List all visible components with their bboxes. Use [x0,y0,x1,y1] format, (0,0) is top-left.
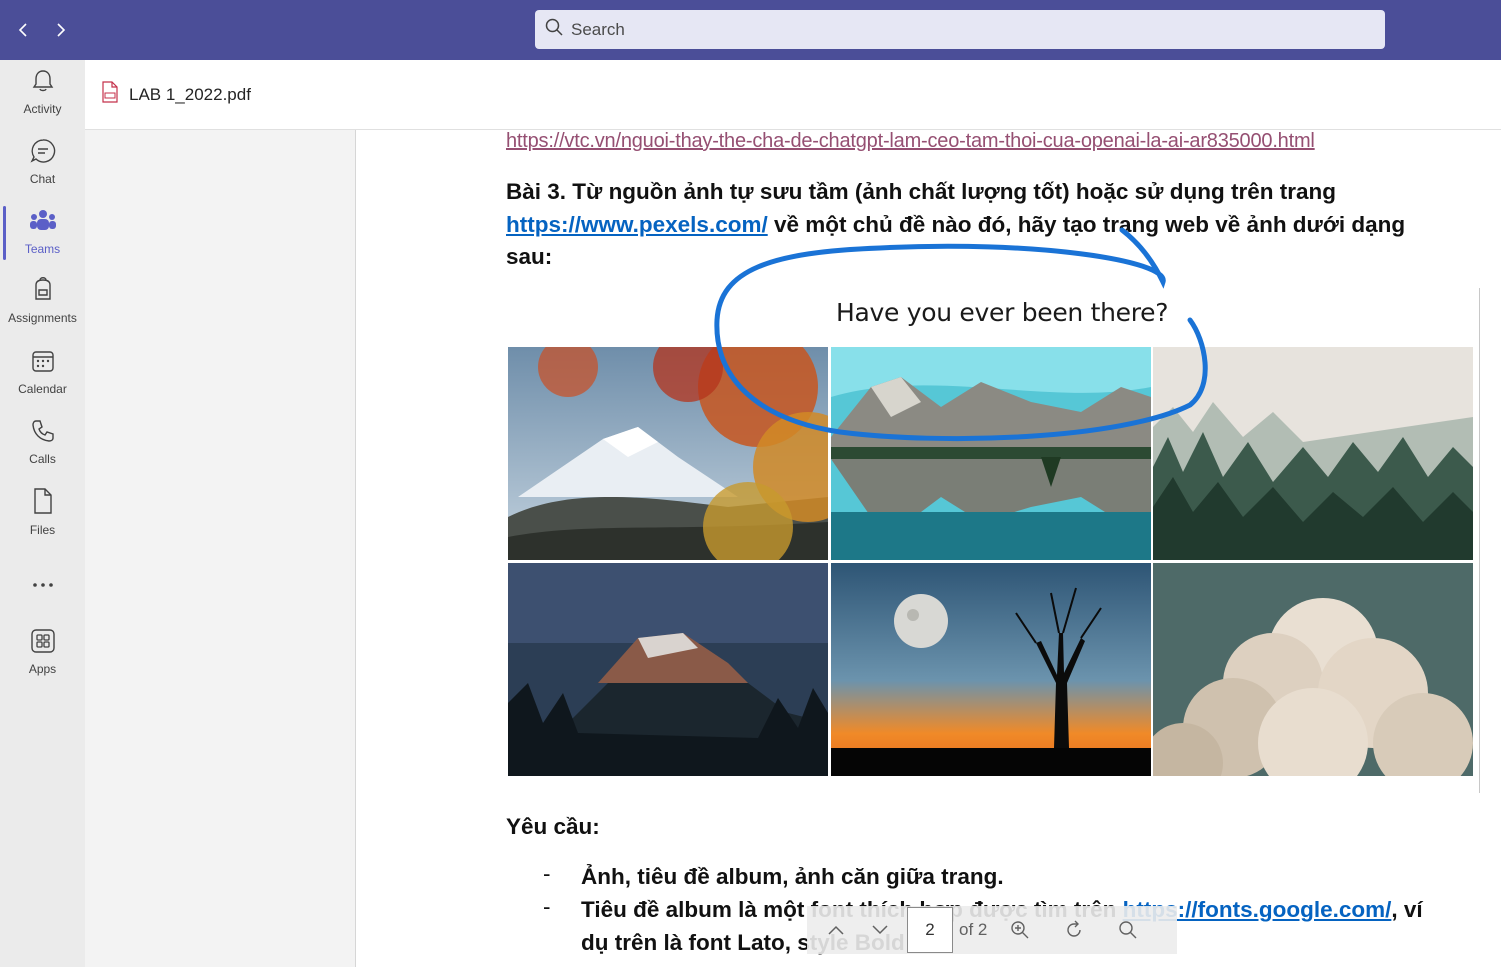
rail-item-files[interactable]: Files [0,480,85,544]
apps-icon [30,628,56,659]
autumn-mountain-photo [508,347,828,560]
more-icon [31,575,55,593]
misty-forest-photo [1153,347,1473,560]
album-title: Have you ever been there? [836,298,1169,327]
calendar-icon [30,348,56,379]
exercise-text-part2: về một chủ đề nào đó, hãy tạo trang web … [767,211,1406,237]
chat-icon [29,138,56,169]
rail-item-label: Activity [23,102,62,116]
requirements-heading: Yêu cầu: [506,814,600,839]
file-header: LAB 1_2022.pdf [85,60,1501,130]
rail-item-assignments[interactable]: Assignments [0,268,85,332]
chevron-up-icon[interactable] [819,913,853,947]
backpack-icon [31,275,55,308]
title-bar [0,0,1501,60]
rail-item-teams[interactable]: Teams [0,200,85,264]
file-icon [32,487,54,520]
rail-item-label: Calls [29,452,56,466]
chevron-down-icon[interactable] [863,913,897,947]
chevron-left-icon[interactable] [10,16,38,44]
pdf-toolbar: of 2 [807,906,1177,954]
pdf-file-icon [101,81,119,108]
requirement-text: , ví [1391,897,1423,922]
search-icon [545,18,563,41]
search-box[interactable] [535,10,1385,49]
exercise-text-part1: Bài 3. Từ nguồn ảnh tự sưu tầm (ảnh chất… [506,179,1336,204]
search-input[interactable] [571,19,1351,40]
rail-item-calls[interactable]: Calls [0,410,85,474]
moon-tree-photo [831,563,1151,776]
zoom-in-icon[interactable] [1003,913,1037,947]
bell-icon [31,68,55,99]
pdf-page: https://vtc.vn/nguoi-thay-the-cha-de-cha… [355,130,1501,967]
rail-item-calendar[interactable]: Calendar [0,340,85,404]
rail-item-activity[interactable]: Activity [0,60,85,124]
rail-item-label: Chat [29,172,56,186]
search-icon[interactable] [1111,913,1145,947]
night-mountain-photo [508,563,828,776]
clouds-photo [1153,563,1473,776]
app-rail: Activity Chat Teams Assignments Calendar… [0,60,85,967]
mountain-lake-photo [831,347,1151,560]
rail-item-apps[interactable]: Apps [0,620,85,684]
reference-link[interactable]: https://vtc.vn/nguoi-thay-the-cha-de-cha… [506,130,1486,153]
page-number-input[interactable] [907,907,953,953]
phone-icon [30,418,56,449]
bullet-dash: - [543,861,551,886]
bullet-dash: - [543,894,551,919]
file-name: LAB 1_2022.pdf [129,84,251,104]
chevron-right-icon[interactable] [46,16,74,44]
requirement-item: Ảnh, tiêu đề album, ảnh căn giữa trang. [581,864,1004,889]
rotate-icon[interactable] [1057,913,1091,947]
exercise-text: Bài 3. Từ nguồn ảnh tự sưu tầm (ảnh chất… [506,176,1486,274]
rail-item-label: Teams [24,242,61,256]
page-count: of 2 [959,920,988,939]
rail-item-label: Calendar [18,382,67,396]
pexels-link[interactable]: https://www.pexels.com/ [506,212,768,237]
more-apps-button[interactable] [0,552,85,616]
divider [1479,288,1480,793]
teams-icon [29,208,57,239]
rail-item-chat[interactable]: Chat [0,130,85,194]
rail-item-label: Apps [28,662,57,676]
exercise-text-part3: sau: [506,244,553,269]
rail-item-label: Files [29,523,56,537]
rail-item-label: Assignments [8,311,77,325]
